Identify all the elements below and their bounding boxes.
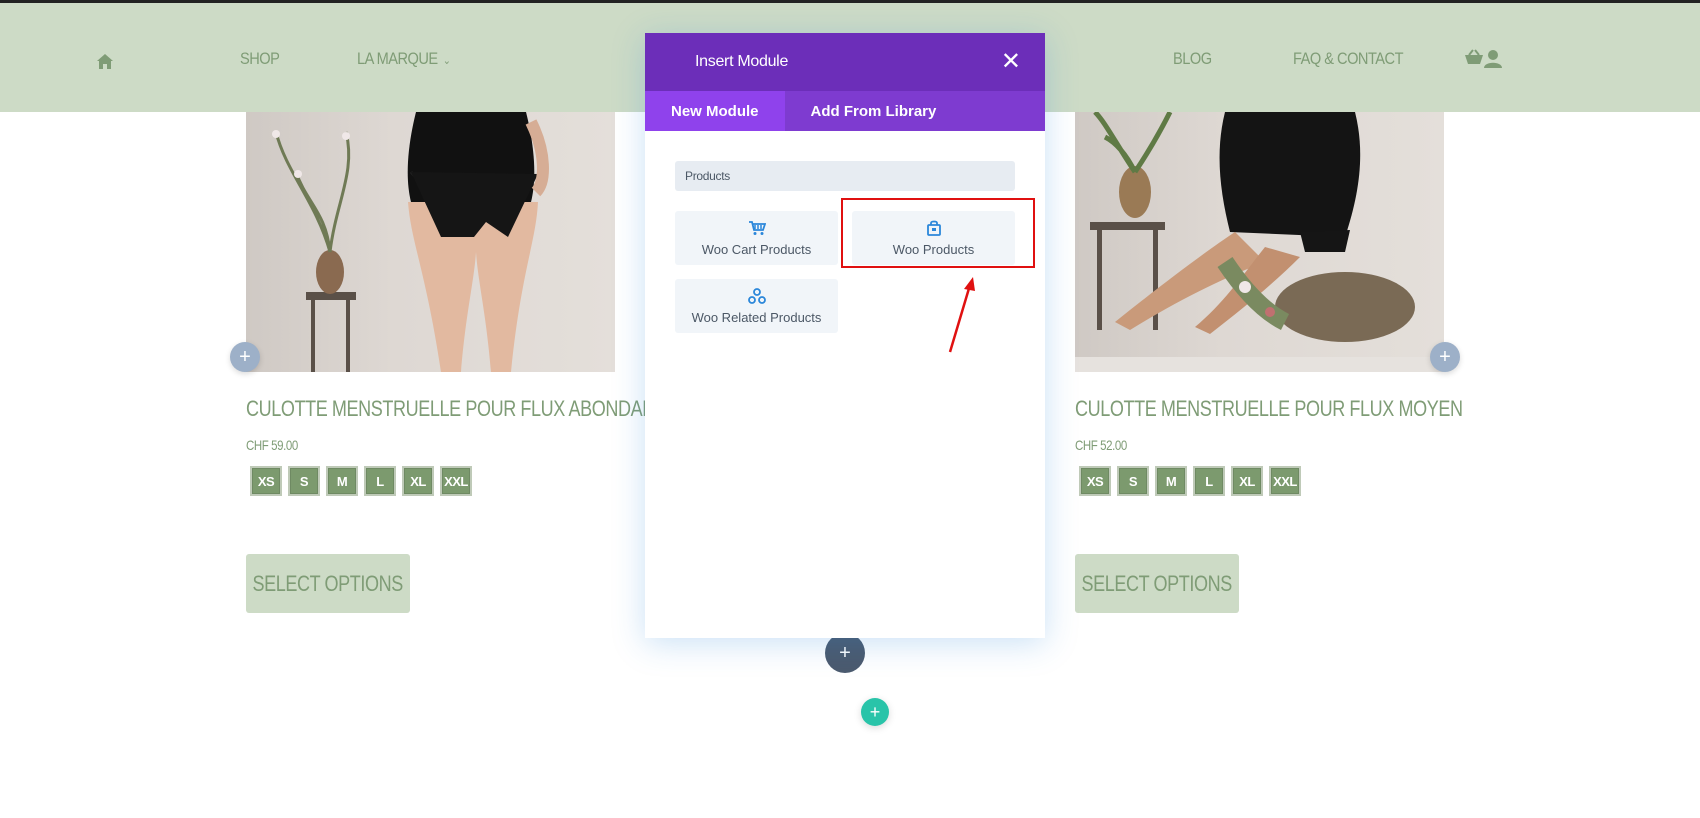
close-icon[interactable]: ✕ — [1001, 50, 1021, 74]
add-row-plus-button-left[interactable]: + — [230, 342, 260, 372]
select-options-label: SELECT OPTIONS — [252, 570, 404, 596]
related-nodes-icon — [747, 287, 766, 304]
product-price-abondant: CHF 59.00 — [246, 437, 298, 453]
product-price-moyen: CHF 52.00 — [1075, 437, 1127, 453]
module-label: Woo Cart Products — [701, 241, 812, 257]
nav-blog[interactable]: BLOG — [1173, 49, 1212, 69]
module-search-input[interactable]: Products — [675, 161, 1015, 191]
nav-faq-contact[interactable]: FAQ & CONTACT — [1293, 49, 1404, 69]
add-section-plus-button-dark[interactable]: + — [825, 633, 865, 673]
size-s[interactable]: S — [288, 466, 320, 496]
tab-add-from-library[interactable]: Add From Library — [785, 91, 963, 131]
page: SHOP LA MARQUE ⌄ BLOG FAQ & CONTACT + CU… — [0, 0, 1700, 818]
nav-la-marque-label: LA MARQUE — [357, 49, 438, 68]
nav-la-marque[interactable]: LA MARQUE ⌄ — [357, 49, 451, 69]
module-label: Woo Related Products — [691, 309, 822, 325]
chevron-down-icon: ⌄ — [442, 55, 451, 67]
pointer-arrow-icon — [948, 277, 975, 353]
size-xxl[interactable]: XXL — [1269, 466, 1301, 496]
size-xs[interactable]: XS — [1079, 466, 1111, 496]
size-xl[interactable]: XL — [402, 466, 434, 496]
basket-user-icon[interactable] — [1464, 49, 1502, 69]
nav-shop[interactable]: SHOP — [240, 49, 280, 69]
add-section-plus-button-green[interactable]: + — [861, 698, 889, 726]
module-woo-cart-products[interactable]: Woo Cart Products — [675, 211, 838, 265]
size-m[interactable]: M — [1155, 466, 1187, 496]
size-m[interactable]: M — [326, 466, 358, 496]
cart-icon — [748, 220, 766, 235]
size-swatches-abondant: XS S M L XL XXL — [250, 466, 472, 496]
size-l[interactable]: L — [1193, 466, 1225, 496]
dialog-header: Insert Module ✕ — [645, 33, 1045, 91]
select-options-button-moyen[interactable]: SELECT OPTIONS — [1075, 554, 1239, 613]
size-xs[interactable]: XS — [250, 466, 282, 496]
size-xl[interactable]: XL — [1231, 466, 1263, 496]
insert-module-dialog: Insert Module ✕ New Module Add From Libr… — [645, 33, 1045, 638]
size-l[interactable]: L — [364, 466, 396, 496]
tab-new-module[interactable]: New Module — [645, 91, 785, 131]
product-title-moyen[interactable]: CULOTTE MENSTRUELLE POUR FLUX MOYEN — [1075, 396, 1463, 422]
product-title-abondant[interactable]: CULOTTE MENSTRUELLE POUR FLUX ABONDANT — [246, 396, 666, 422]
module-woo-related-products[interactable]: Woo Related Products — [675, 279, 838, 333]
size-xxl[interactable]: XXL — [440, 466, 472, 496]
select-options-button-abondant[interactable]: SELECT OPTIONS — [246, 554, 410, 613]
select-options-label: SELECT OPTIONS — [1081, 570, 1233, 596]
size-swatches-moyen: XS S M L XL XXL — [1079, 466, 1301, 496]
product-image-moyen[interactable] — [1075, 112, 1444, 372]
size-s[interactable]: S — [1117, 466, 1149, 496]
dialog-title: Insert Module — [695, 53, 789, 70]
product-image-abondant[interactable] — [246, 112, 615, 372]
highlight-box — [841, 198, 1035, 268]
add-row-plus-button-right[interactable]: + — [1430, 342, 1460, 372]
home-icon[interactable] — [96, 53, 114, 70]
dialog-tabs: New Module Add From Library — [645, 91, 1045, 131]
